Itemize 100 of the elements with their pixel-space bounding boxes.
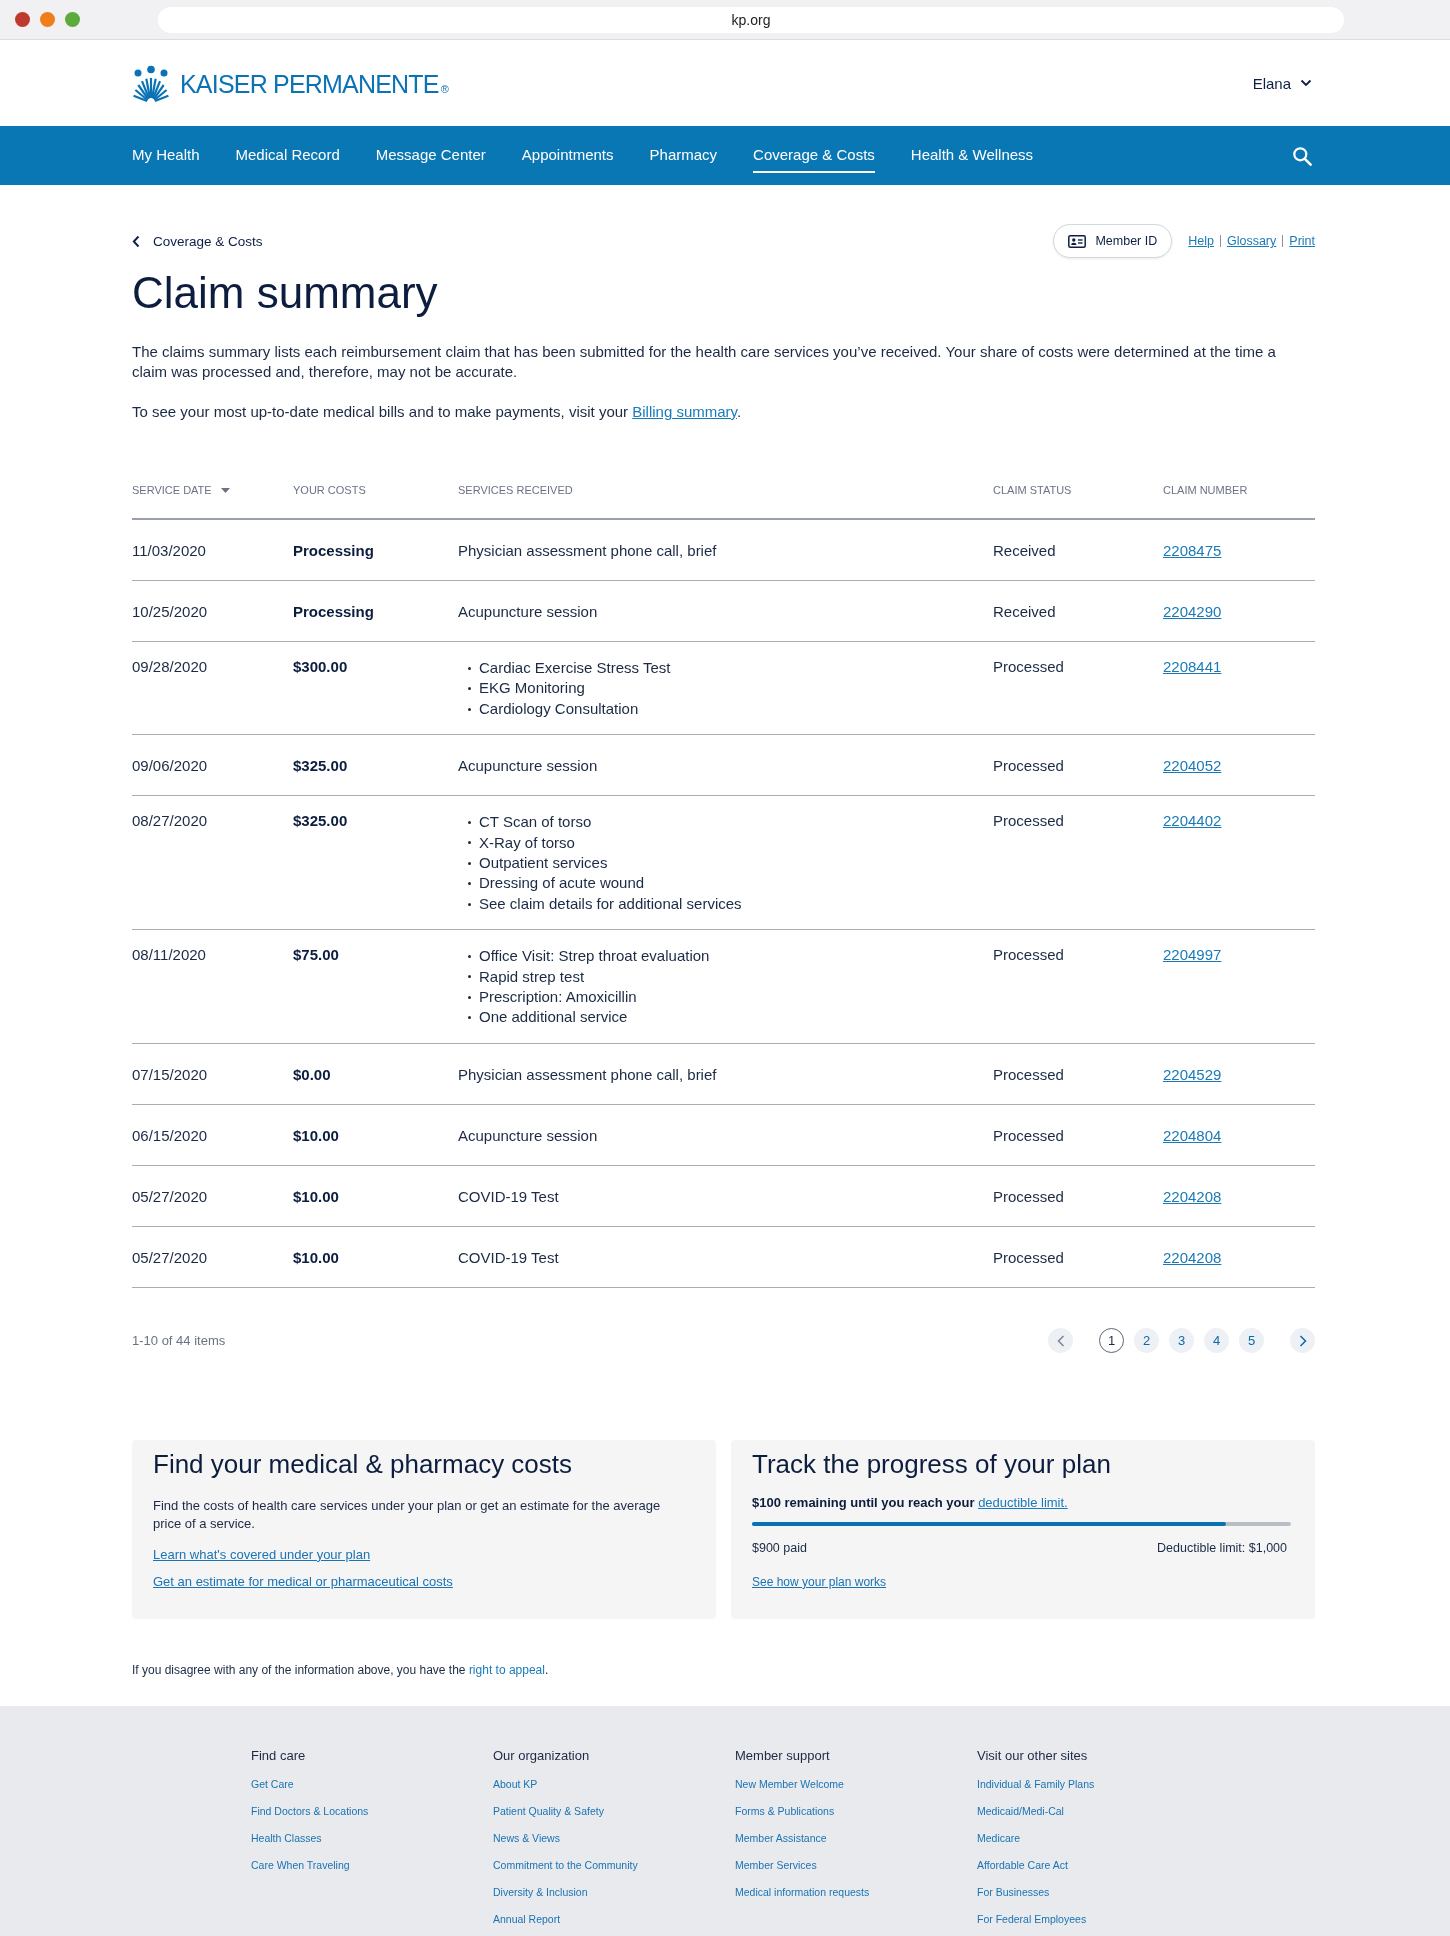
bullet-icon	[468, 841, 471, 845]
nav-tab[interactable]: Appointments	[521, 138, 614, 173]
footer-link[interactable]: Affordable Care Act	[977, 1857, 1068, 1872]
claim-number-link[interactable]: 2204529	[1163, 1065, 1222, 1083]
user-menu-button[interactable]: Elana	[1252, 74, 1312, 92]
chevron-left-icon	[132, 234, 140, 248]
claim-number-link[interactable]: 2204997	[1163, 946, 1222, 964]
column-header[interactable]: CLAIM NUMBER	[1163, 482, 1315, 498]
date-cell-text: 06/15/2020	[132, 1125, 209, 1146]
cost-cell-text: $10.00	[293, 1125, 340, 1146]
service-cell-text: Physician assessment phone call, brief	[458, 1064, 718, 1085]
claim-number-link[interactable]: 2204804	[1163, 1126, 1222, 1144]
column-header[interactable]: SERVICE DATE	[132, 482, 293, 498]
address-bar[interactable]: kp.org	[158, 6, 1344, 33]
service-cell-text: Acupuncture session	[458, 1125, 599, 1146]
footer-link[interactable]: Care When Traveling	[251, 1857, 350, 1872]
status-cell-text: Processed	[993, 1186, 1065, 1207]
status-cell-text: Processed	[993, 1125, 1065, 1146]
column-header[interactable]: YOUR COSTS	[293, 482, 458, 498]
service-cell-text: COVID-19 Test	[458, 1186, 560, 1207]
search-icon[interactable]	[1292, 145, 1312, 166]
footer-link[interactable]: Annual Report	[493, 1911, 561, 1926]
footer-link[interactable]: About KP	[493, 1776, 538, 1791]
card-link[interactable]: Learn what's covered under your plan	[153, 1545, 371, 1564]
bullet-icon	[468, 995, 471, 999]
claim-number-link[interactable]: 2204208	[1163, 1187, 1222, 1205]
footer-link[interactable]: Forms & Publications	[735, 1803, 835, 1818]
footer-link[interactable]: For Businesses	[977, 1884, 1050, 1899]
footer-link[interactable]: New Member Welcome	[735, 1776, 844, 1791]
page-button[interactable]: 5	[1239, 1328, 1264, 1354]
member-id-button[interactable]: Member ID	[1053, 224, 1173, 258]
next-page-button[interactable]	[1290, 1328, 1315, 1354]
service-item: Cardiology Consultation	[479, 698, 639, 719]
breadcrumb-link[interactable]: Coverage & Costs	[132, 233, 263, 249]
billing-link[interactable]: Billing summary	[632, 403, 737, 420]
window-minimize-icon[interactable]	[40, 12, 55, 27]
cost-cell-text: $300.00	[293, 657, 349, 677]
logo-wordmark[interactable]: KAISER PERMANENTE®	[180, 68, 449, 104]
footer-link[interactable]: Medicare	[977, 1830, 1021, 1845]
footer-link[interactable]: Get Care	[251, 1776, 294, 1791]
window-maximize-icon[interactable]	[65, 12, 80, 27]
nav-tab[interactable]: Message Center	[375, 138, 486, 173]
claim-number-link[interactable]: 2204052	[1163, 757, 1222, 775]
claim-number-link[interactable]: 2208475	[1163, 542, 1222, 559]
nav-tab[interactable]: Pharmacy	[649, 138, 718, 173]
footer-link[interactable]: Find Doctors & Locations	[251, 1803, 369, 1818]
window-close-icon[interactable]	[15, 12, 30, 27]
footer-link[interactable]: Commitment to the Community	[493, 1857, 638, 1872]
footer-link[interactable]: Health Classes	[251, 1830, 322, 1845]
date-cell-text: 09/28/2020	[132, 657, 209, 677]
nav-tab[interactable]: Health & Wellness	[910, 138, 1034, 173]
nav-tab[interactable]: My Health	[132, 138, 200, 173]
cost-cell-text: Processing	[293, 541, 375, 561]
page-title: Claim summary	[132, 267, 439, 319]
nav-tab[interactable]: Coverage & Costs	[753, 138, 875, 173]
appeal-link[interactable]: right to appeal	[468, 1662, 545, 1677]
deductible-limit: Deductible limit: $1,000	[1157, 1539, 1288, 1556]
appeal-text: If you disagree with any of the information above, you have the right to appeal.	[132, 1661, 550, 1678]
claim-number-link[interactable]: 2208441	[1163, 658, 1222, 675]
card-link[interactable]: See how your plan works	[752, 1572, 887, 1591]
service-item: See claim details for additional services	[479, 893, 742, 914]
header-link[interactable]: Print	[1289, 234, 1315, 248]
billing-text: To see your most up-to-date medical bills and to make payments, visit your Billing summary.	[132, 402, 743, 422]
claim-number-link[interactable]: 2204402	[1163, 812, 1222, 830]
logo-icon[interactable]	[132, 64, 170, 102]
page-button[interactable]: 4	[1204, 1328, 1229, 1354]
service-item: CT Scan of torso	[479, 812, 592, 833]
footer-link[interactable]: Member Services	[735, 1857, 817, 1872]
bullet-icon	[468, 1016, 471, 1020]
card-link[interactable]: Get an estimate for medical or pharmaceutical costs	[153, 1572, 453, 1591]
footer-link[interactable]: Medicaid/Medi-Cal	[977, 1803, 1064, 1818]
header-link[interactable]: Glossary	[1226, 234, 1277, 248]
footer-link[interactable]: Member Assistance	[735, 1830, 827, 1845]
chevron-left-icon	[1056, 1334, 1065, 1347]
bullet-icon	[468, 707, 471, 711]
deductible-link[interactable]: deductible limit.	[978, 1494, 1068, 1510]
footer-link[interactable]: Medical information requests	[735, 1884, 870, 1899]
footer-link[interactable]: Diversity & Inclusion	[493, 1884, 588, 1899]
claim-number-link[interactable]: 2204290	[1163, 603, 1222, 620]
footer-link[interactable]: For Federal Employees	[977, 1911, 1087, 1926]
bullet-icon	[468, 687, 471, 691]
column-header[interactable]: CLAIM STATUS	[993, 482, 1163, 498]
column-header[interactable]: SERVICES RECEIVED	[458, 482, 993, 498]
paid-amount: $900 paid	[752, 1539, 807, 1556]
footer-link[interactable]: Individual & Family Plans	[977, 1776, 1095, 1791]
footer-heading: Member support	[735, 1747, 830, 1764]
bullet-icon	[468, 666, 471, 670]
claim-number-link[interactable]: 2204208	[1163, 1248, 1222, 1266]
page-button[interactable]: 1	[1099, 1328, 1124, 1354]
page-button[interactable]: 2	[1134, 1328, 1159, 1354]
nav-tab[interactable]: Medical Record	[235, 138, 340, 173]
page-button[interactable]: 3	[1169, 1328, 1194, 1354]
cost-cell-text: $325.00	[293, 756, 349, 777]
footer-link[interactable]: Patient Quality & Safety	[493, 1803, 604, 1818]
header-link[interactable]: Help	[1188, 234, 1214, 248]
cost-cell-text: $0.00	[293, 1064, 332, 1085]
service-item: Cardiac Exercise Stress Test	[479, 658, 671, 678]
footer-link[interactable]: News & Views	[493, 1830, 560, 1845]
status-cell-text: Processed	[993, 1247, 1065, 1268]
service-cell-text: Acupuncture session	[458, 602, 599, 622]
